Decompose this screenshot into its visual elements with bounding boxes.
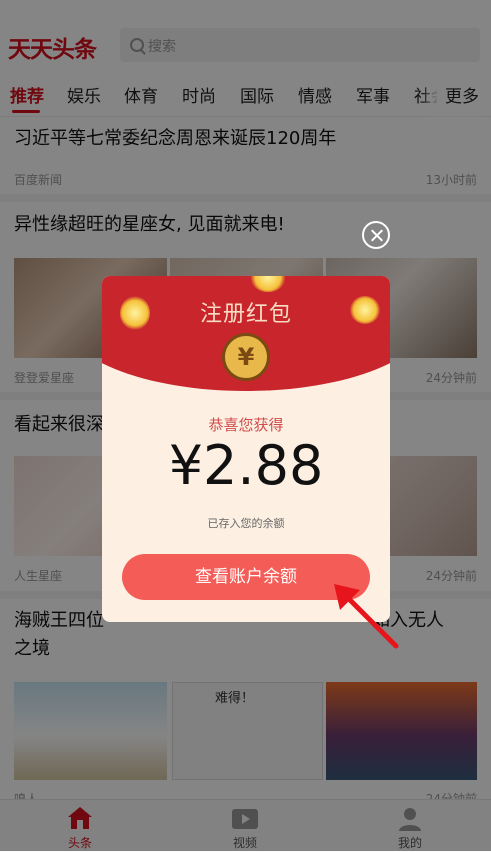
red-packet-modal: 注册红包 ¥ 恭喜您获得 ¥2.88 已存入您的余额 查看账户余额 xyxy=(102,276,390,622)
modal-title: 注册红包 xyxy=(199,302,292,327)
close-icon[interactable] xyxy=(362,221,390,249)
reward-amount: ¥2.88 xyxy=(168,434,324,497)
app-root: 天天头条 搜索 推荐 娱乐 体育 时尚 国际 情感 军事 社会 更多 习近平等七… xyxy=(0,0,491,852)
congrats-text: 恭喜您获得 xyxy=(208,416,284,434)
saved-note: 已存入您的余额 xyxy=(207,517,285,530)
pointer-arrow-icon xyxy=(334,584,399,649)
coin-symbol: ¥ xyxy=(237,343,255,371)
yuan-coin-icon: ¥ xyxy=(222,333,270,381)
